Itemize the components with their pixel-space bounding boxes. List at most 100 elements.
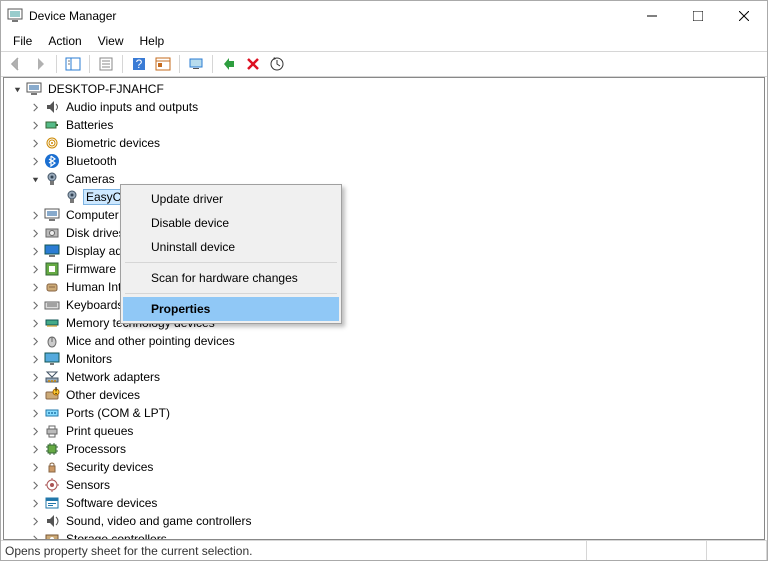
chevron-down-icon[interactable]: [10, 82, 24, 96]
chevron-right-icon[interactable]: [28, 514, 42, 528]
tree-category[interactable]: Biometric devices: [8, 134, 764, 152]
tree-category-label: Audio inputs and outputs: [64, 100, 200, 114]
chevron-right-icon[interactable]: [28, 118, 42, 132]
tree-category[interactable]: Ports (COM & LPT): [8, 404, 764, 422]
app-icon: [7, 8, 23, 24]
toolbar-separator: [89, 55, 90, 73]
show-hide-console-tree-button[interactable]: [62, 53, 84, 75]
statusbar-text: Opens property sheet for the current sel…: [5, 544, 252, 558]
tree-category[interactable]: Security devices: [8, 458, 764, 476]
ctx-update-driver[interactable]: Update driver: [123, 187, 339, 211]
tree-category[interactable]: Monitors: [8, 350, 764, 368]
ctx-disable-device[interactable]: Disable device: [123, 211, 339, 235]
tree-category-label: Batteries: [64, 118, 115, 132]
toolbar-separator: [179, 55, 180, 73]
tree-category-label: Sound, video and game controllers: [64, 514, 253, 528]
menu-action[interactable]: Action: [40, 32, 89, 50]
chevron-right-icon[interactable]: [28, 532, 42, 539]
storage-icon: [44, 531, 60, 539]
chevron-right-icon[interactable]: [28, 298, 42, 312]
context-menu: Update driver Disable device Uninstall d…: [120, 184, 342, 324]
chevron-right-icon[interactable]: [28, 424, 42, 438]
titlebar: Device Manager: [1, 1, 767, 31]
tree-category-label: Firmware: [64, 262, 118, 276]
tree-category[interactable]: Software devices: [8, 494, 764, 512]
ctx-scan-hardware[interactable]: Scan for hardware changes: [123, 266, 339, 290]
chevron-right-icon[interactable]: [28, 496, 42, 510]
battery-icon: [44, 117, 60, 133]
menu-view[interactable]: View: [90, 32, 132, 50]
tree-category-label: Human Int: [64, 280, 123, 294]
chevron-right-icon[interactable]: [28, 262, 42, 276]
chevron-right-icon[interactable]: [28, 136, 42, 150]
bluetooth-icon: [44, 153, 60, 169]
maximize-button[interactable]: [675, 1, 721, 31]
tree-category[interactable]: Mice and other pointing devices: [8, 332, 764, 350]
tree-category[interactable]: Batteries: [8, 116, 764, 134]
tree-category-label: Keyboards: [64, 298, 125, 312]
chevron-right-icon[interactable]: [28, 352, 42, 366]
tree-category[interactable]: Audio inputs and outputs: [8, 98, 764, 116]
chevron-right-icon[interactable]: [28, 208, 42, 222]
help-button[interactable]: ?: [128, 53, 150, 75]
uninstall-device-button[interactable]: [242, 53, 264, 75]
close-button[interactable]: [721, 1, 767, 31]
camera-icon: [44, 171, 60, 187]
tree-category-label: Bluetooth: [64, 154, 119, 168]
tree-category[interactable]: Sensors: [8, 476, 764, 494]
tree-category-label: Computer: [64, 208, 121, 222]
chevron-right-icon[interactable]: [28, 100, 42, 114]
tree-category[interactable]: Processors: [8, 440, 764, 458]
chevron-right-icon[interactable]: [28, 334, 42, 348]
back-button: [5, 53, 27, 75]
port-icon: [44, 405, 60, 421]
ctx-properties[interactable]: Properties: [123, 297, 339, 321]
tree-category-label: Biometric devices: [64, 136, 162, 150]
menu-file[interactable]: File: [5, 32, 40, 50]
chevron-right-icon[interactable]: [28, 280, 42, 294]
minimize-button[interactable]: [629, 1, 675, 31]
tree-category-label: Other devices: [64, 388, 142, 402]
tree-category-label: Mice and other pointing devices: [64, 334, 237, 348]
printer-icon: [44, 423, 60, 439]
action-list-button[interactable]: [152, 53, 174, 75]
window-title: Device Manager: [29, 9, 629, 23]
chevron-right-icon[interactable]: [28, 406, 42, 420]
chevron-right-icon[interactable]: [28, 370, 42, 384]
enable-device-button[interactable]: [218, 53, 240, 75]
computer-icon: [44, 207, 60, 223]
chevron-right-icon[interactable]: [28, 388, 42, 402]
display-icon: [44, 243, 60, 259]
properties-button[interactable]: [95, 53, 117, 75]
tree-category[interactable]: Storage controllers: [8, 530, 764, 539]
memory-icon: [44, 315, 60, 331]
menu-help[interactable]: Help: [132, 32, 173, 50]
scan-hardware-button[interactable]: [266, 53, 288, 75]
ctx-uninstall-device[interactable]: Uninstall device: [123, 235, 339, 259]
camera-icon: [64, 189, 80, 205]
chevron-right-icon[interactable]: [28, 226, 42, 240]
firmware-icon: [44, 261, 60, 277]
chevron-right-icon[interactable]: [28, 442, 42, 456]
update-driver-button[interactable]: [185, 53, 207, 75]
tree-category[interactable]: Sound, video and game controllers: [8, 512, 764, 530]
cpu-icon: [44, 441, 60, 457]
tree-category[interactable]: Print queues: [8, 422, 764, 440]
tree-category[interactable]: Bluetooth: [8, 152, 764, 170]
tree-category-label: Storage controllers: [64, 532, 169, 539]
chevron-down-icon[interactable]: [28, 172, 42, 186]
chevron-right-icon[interactable]: [28, 244, 42, 258]
chevron-right-icon[interactable]: [28, 316, 42, 330]
chevron-right-icon[interactable]: [28, 478, 42, 492]
tree-category-label: Monitors: [64, 352, 114, 366]
security-icon: [44, 459, 60, 475]
chevron-right-icon[interactable]: [28, 460, 42, 474]
tree-root-label: DESKTOP-FJNAHCF: [46, 82, 166, 96]
tree-root[interactable]: DESKTOP-FJNAHCF: [8, 80, 764, 98]
tree-category[interactable]: Network adapters: [8, 368, 764, 386]
chevron-right-icon[interactable]: [28, 154, 42, 168]
ctx-separator: [125, 293, 337, 294]
device-tree[interactable]: DESKTOP-FJNAHCF Audio inputs and outputs…: [4, 78, 764, 539]
tree-category[interactable]: !Other devices: [8, 386, 764, 404]
tree-category-label: Network adapters: [64, 370, 162, 384]
